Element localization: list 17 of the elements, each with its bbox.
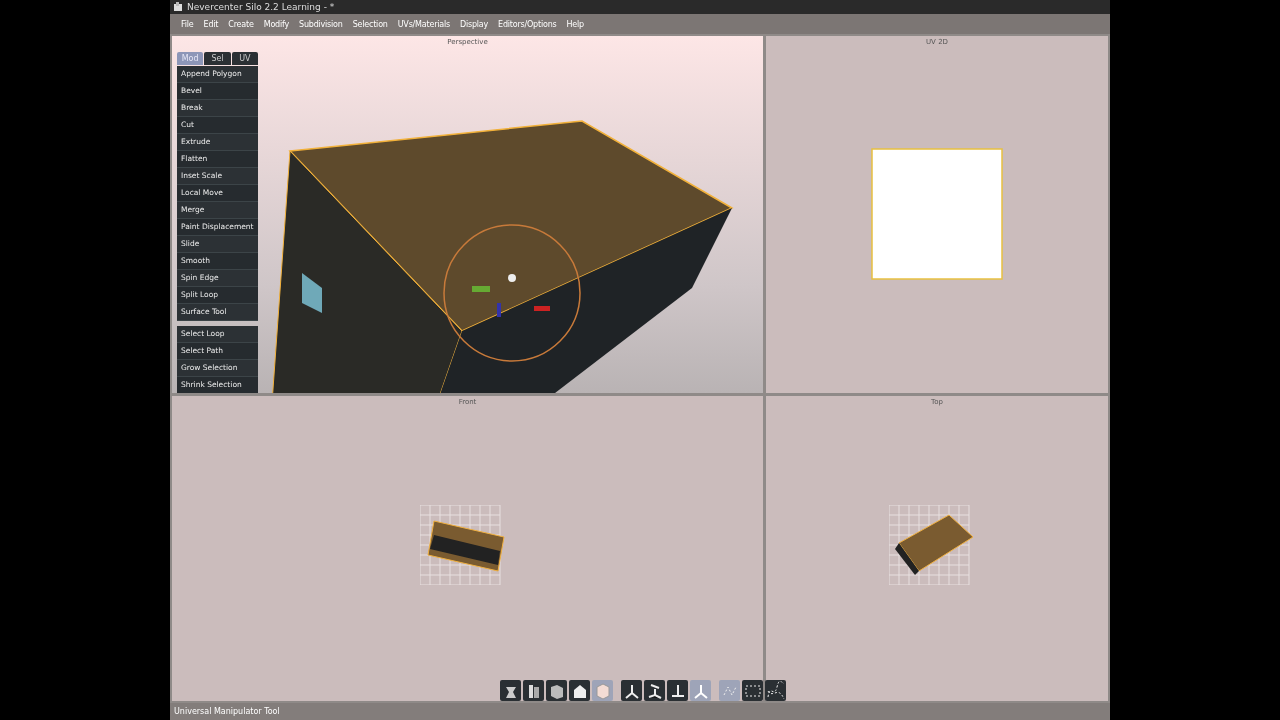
menu-item[interactable]: Modify [258,19,294,29]
menu-item[interactable]: Selection [347,19,393,29]
window-title: Nevercenter Silo 2.2 Learning - * [187,2,335,12]
toolbar-button[interactable] [621,680,642,701]
app-icon [173,2,183,12]
panel-tab[interactable]: UV [231,52,258,65]
menu-item[interactable]: Subdivision [294,19,348,29]
menu-item[interactable]: Editors/Options [493,19,562,29]
menu-item[interactable]: Edit [198,19,224,29]
panel-tab[interactable]: Sel [204,52,231,65]
menu-item[interactable]: Help [561,19,589,29]
menu-item[interactable]: Create [223,19,259,29]
menu-item[interactable]: File [176,19,199,29]
viewport-panel[interactable] [172,36,763,393]
menu-item[interactable]: Display [455,19,494,29]
menu-item[interactable]: UVs/Materials [392,19,455,29]
status-bar: Universal Manipulator Tool [170,703,1110,720]
